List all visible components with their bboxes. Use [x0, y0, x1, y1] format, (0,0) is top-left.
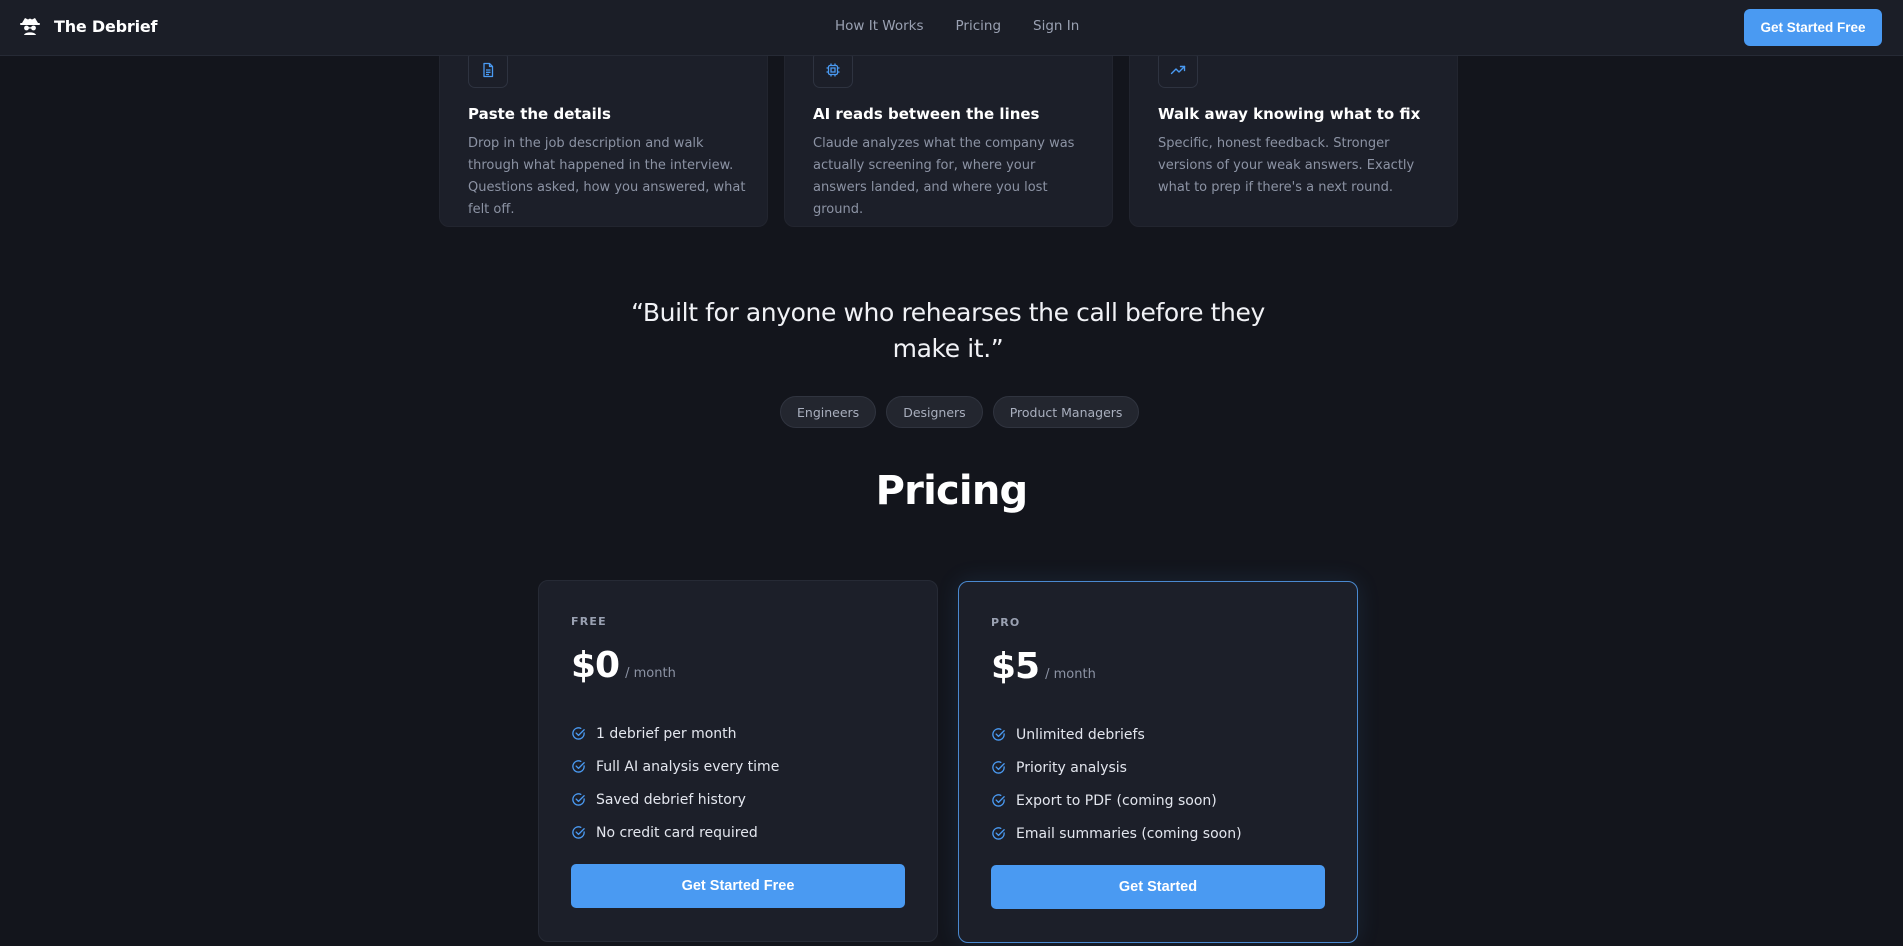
plan-feature-item: Full AI analysis every time — [571, 750, 779, 783]
plan-name: FREE — [571, 615, 607, 628]
plan-feature-item: Unlimited debriefs — [991, 718, 1242, 751]
feature-icon-box — [813, 51, 853, 88]
check-circle-icon — [572, 727, 585, 740]
plan-feature-label: Priority analysis — [1016, 759, 1127, 776]
feature-title: Paste the details — [468, 105, 611, 123]
plan-feature-label: Email summaries (coming soon) — [1016, 825, 1242, 842]
price-amount: $5 — [991, 646, 1040, 687]
pricing-heading: Pricing — [875, 468, 1028, 514]
plan-feature-item: No credit card required — [571, 816, 779, 849]
brand[interactable]: The Debrief — [18, 14, 158, 38]
document-icon — [483, 62, 494, 77]
plan-feature-label: Saved debrief history — [596, 791, 746, 808]
plan-features: Unlimited debriefs Priority analysis Exp… — [991, 718, 1242, 850]
plan-feature-item: Email summaries (coming soon) — [991, 817, 1242, 850]
spy-icon — [20, 18, 40, 35]
plan-price: $5 / month — [991, 646, 1096, 687]
feature-description: Claude analyzes what the company was act… — [813, 136, 1075, 217]
audience-chip-product-managers: Product Managers — [992, 396, 1140, 428]
audience-chips: Engineers Designers Product Managers — [780, 396, 1140, 428]
main-nav: How It Works Pricing Sign In — [835, 18, 1079, 34]
plan-feature-label: 1 debrief per month — [596, 725, 737, 742]
nav-link-sign-in[interactable]: Sign In — [1033, 18, 1079, 34]
cpu-chip-icon — [826, 63, 840, 76]
check-circle-icon — [992, 827, 1005, 840]
plan-card-free: FREE $0 / month 1 debrief per month Full… — [538, 580, 938, 942]
check-circle-icon — [992, 728, 1005, 741]
feature-title: AI reads between the lines — [813, 105, 1040, 123]
plan-price: $0 / month — [571, 645, 676, 686]
plan-feature-item: Saved debrief history — [571, 783, 779, 816]
plan-feature-label: No credit card required — [596, 824, 758, 841]
plan-feature-item: 1 debrief per month — [571, 717, 779, 750]
check-circle-icon — [992, 761, 1005, 774]
check-circle-icon — [572, 826, 585, 839]
brand-name: The Debrief — [54, 16, 158, 36]
feature-description: Specific, honest feedback. Stronger vers… — [1158, 136, 1415, 195]
plan-feature-item: Export to PDF (coming soon) — [991, 784, 1242, 817]
price-period: / month — [625, 666, 676, 681]
feature-description: Drop in the job description and walk thr… — [468, 136, 746, 217]
plan-features: 1 debrief per month Full AI analysis eve… — [571, 717, 779, 849]
plan-feature-label: Export to PDF (coming soon) — [1016, 792, 1217, 809]
plan-feature-label: Unlimited debriefs — [1016, 726, 1145, 743]
free-plan-get-started-button[interactable]: Get Started Free — [571, 864, 905, 908]
get-started-free-button[interactable]: Get Started Free — [1744, 9, 1882, 46]
feature-icon-box — [468, 51, 508, 88]
plan-feature-label: Full AI analysis every time — [596, 758, 780, 775]
audience-chip-engineers: Engineers — [780, 396, 877, 428]
audience-chip-designers: Designers — [886, 396, 983, 428]
audience-quote: “Built for anyone who rehearses the call… — [631, 298, 1265, 363]
feature-title: Walk away knowing what to fix — [1158, 105, 1421, 123]
plan-feature-item: Priority analysis — [991, 751, 1242, 784]
check-circle-icon — [992, 794, 1005, 807]
plan-name: PRO — [991, 616, 1021, 629]
price-amount: $0 — [571, 645, 620, 686]
top-navigation-bar: The Debrief How It Works Pricing Sign In… — [0, 0, 1903, 56]
nav-link-pricing[interactable]: Pricing — [956, 18, 1002, 34]
check-circle-icon — [572, 760, 585, 773]
pro-plan-get-started-button[interactable]: Get Started — [991, 865, 1325, 909]
trend-up-icon — [1170, 65, 1186, 74]
price-period: / month — [1045, 667, 1096, 682]
plan-card-pro: PRO $5 / month Unlimited debriefs Priori… — [958, 581, 1358, 943]
check-circle-icon — [572, 793, 585, 806]
feature-icon-box — [1158, 51, 1198, 88]
nav-link-how-it-works[interactable]: How It Works — [835, 18, 924, 34]
